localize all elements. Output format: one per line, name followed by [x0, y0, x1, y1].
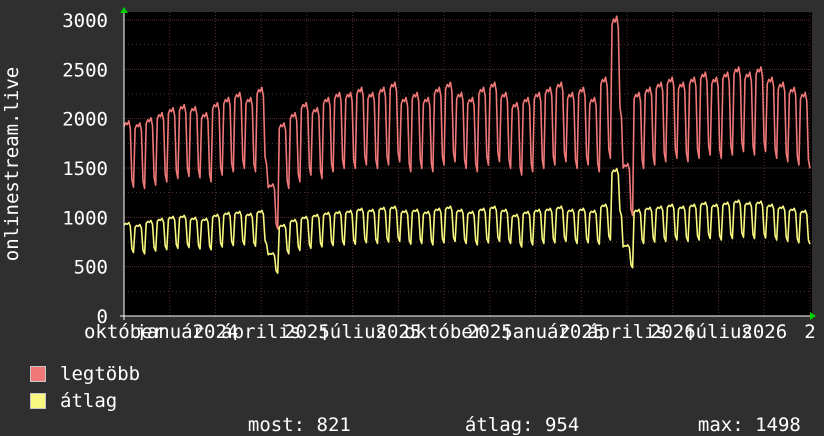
y-axis-label: onlinestream.live — [1, 67, 23, 261]
y-tick-label: 1500 — [62, 158, 108, 180]
y-tick-label: 2000 — [62, 109, 108, 131]
stat-avg-value: 954 — [544, 414, 580, 436]
plot-area — [124, 12, 812, 316]
line-chart: 050010001500200025003000 októberjanuár20… — [1, 7, 816, 340]
stat-avg: átlag: 954 — [442, 392, 579, 436]
y-tick-labels: 050010001500200025003000 — [62, 10, 108, 328]
legend-label-max: legtöbb — [60, 363, 141, 385]
y-tick-label: 1000 — [62, 207, 108, 229]
stat-now-value: 821 — [316, 414, 351, 436]
y-tick-label: 2500 — [62, 59, 108, 81]
stat-max: max: 1498 — [675, 392, 801, 436]
stat-max-value: 1498 — [755, 414, 801, 436]
legend-swatch-avg — [30, 393, 46, 409]
x-tick-label: 2026 — [741, 321, 787, 340]
y-axis-arrow-icon — [120, 7, 128, 13]
stat-now-label: most: — [247, 414, 306, 436]
legend-item-avg: átlag — [30, 390, 117, 412]
x-axis-arrow-icon — [810, 312, 816, 320]
legend-label-avg: átlag — [60, 390, 118, 412]
x-tick-label: 2 — [804, 321, 815, 340]
stat-now: most: 821 — [225, 392, 351, 436]
legend-swatch-max — [30, 366, 46, 382]
stat-max-label: max: — [697, 414, 744, 436]
x-tick-labels: októberjanuár2024április2025július2025ok… — [84, 321, 816, 340]
legend-item-max: legtöbb — [30, 363, 140, 385]
y-tick-label: 500 — [74, 257, 108, 279]
stat-avg-label: átlag: — [464, 414, 534, 436]
y-tick-label: 3000 — [62, 10, 108, 32]
